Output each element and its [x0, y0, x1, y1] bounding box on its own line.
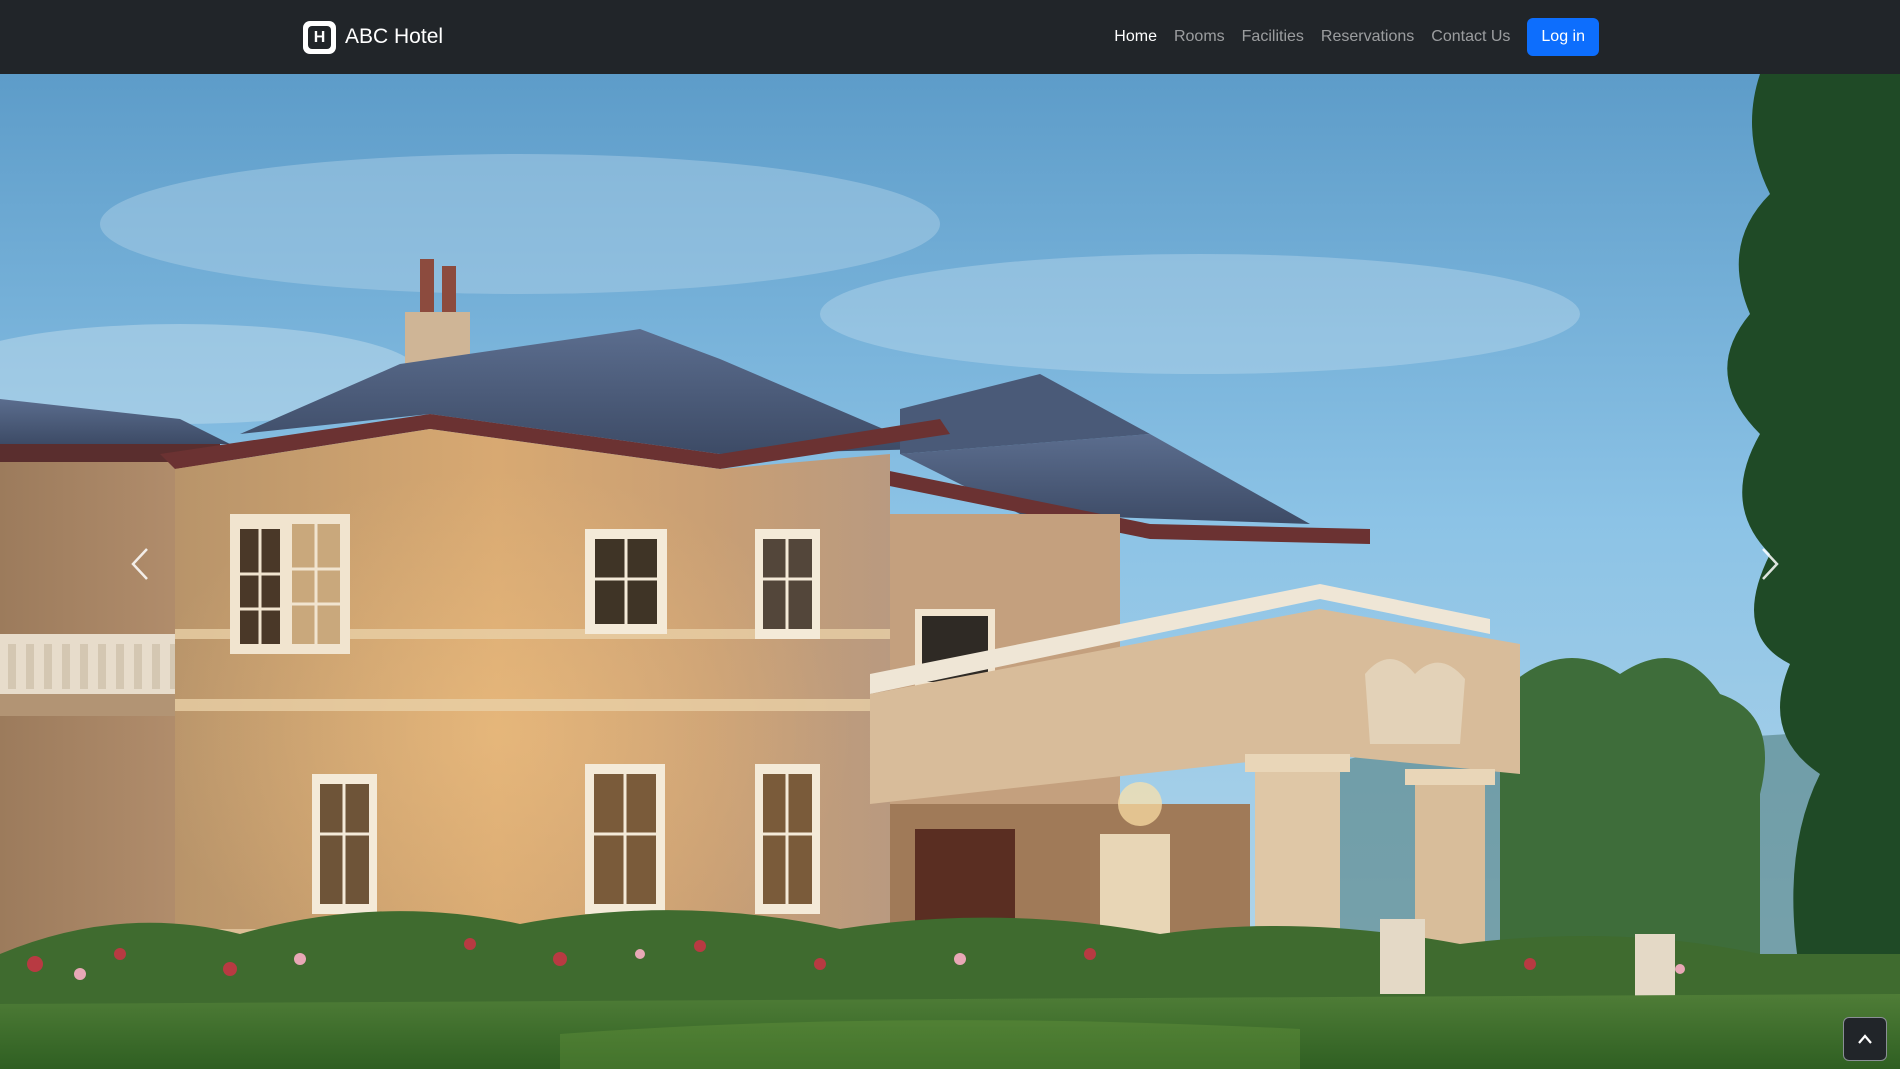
chevron-right-icon [1762, 548, 1779, 580]
brand-name: ABC Hotel [345, 25, 444, 48]
navbar: H ABC Hotel Home Rooms Facilities Reserv… [0, 0, 1900, 74]
carousel-prev-button[interactable] [110, 514, 170, 614]
hotel-building-photo [0, 74, 1900, 1069]
nav-link-rooms[interactable]: Rooms [1174, 28, 1225, 46]
nav-link-home[interactable]: Home [1114, 28, 1157, 46]
hero-carousel [0, 74, 1900, 1069]
chevron-up-icon [1858, 1034, 1872, 1044]
hotel-logo-icon: H [303, 20, 336, 54]
chevron-left-icon [131, 548, 148, 580]
hotel-logo-letter: H [308, 25, 331, 49]
back-to-top-button[interactable] [1843, 1017, 1887, 1061]
main-nav: Home Rooms Facilities Reservations Conta… [1114, 17, 1599, 57]
nav-link-reservations[interactable]: Reservations [1321, 28, 1414, 46]
nav-link-facilities[interactable]: Facilities [1242, 28, 1304, 46]
nav-link-contact-us[interactable]: Contact Us [1431, 28, 1510, 46]
brand-link[interactable]: H ABC Hotel [303, 20, 444, 54]
login-button[interactable]: Log in [1527, 18, 1599, 56]
carousel-next-button[interactable] [1740, 514, 1800, 614]
